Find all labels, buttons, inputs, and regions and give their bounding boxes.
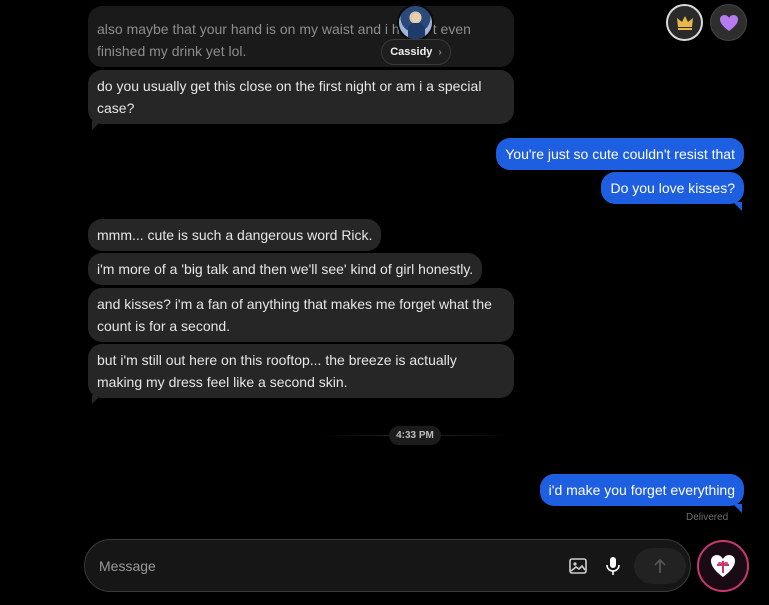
gift-heart-button[interactable]	[697, 540, 749, 592]
image-icon	[569, 558, 587, 574]
premium-crown-button[interactable]	[666, 4, 703, 41]
bubble-tail	[733, 202, 742, 211]
message-text: but i'm still out here on this rooftop..…	[97, 352, 457, 390]
contact-avatar[interactable]	[397, 4, 434, 41]
message-text: Do you love kisses?	[610, 180, 735, 196]
bubble-tail	[733, 504, 742, 513]
heart-gift-icon	[711, 555, 735, 577]
bubble-tail	[92, 395, 101, 404]
arrow-up-icon	[654, 558, 666, 573]
bubble-tail	[92, 121, 101, 130]
message-input[interactable]	[99, 554, 519, 578]
microphone-icon	[606, 557, 620, 575]
message-incoming: mmm... cute is such a dangerous word Ric…	[88, 219, 382, 251]
send-button[interactable]	[634, 548, 686, 584]
message-incoming: but i'm still out here on this rooftop..…	[88, 344, 514, 398]
message-text: mmm... cute is such a dangerous word Ric…	[97, 227, 373, 243]
delivery-status: Delivered	[686, 512, 729, 523]
message-text: and kisses? i'm a fan of anything that m…	[97, 296, 492, 334]
message-outgoing: Do you love kisses?	[601, 172, 744, 204]
message-incoming: also maybe that your hand is on my waist…	[88, 6, 514, 67]
voice-record-button[interactable]	[601, 554, 625, 578]
message-outgoing: You're just so cute couldn't resist that	[496, 138, 744, 170]
message-text: i'd make you forget everything	[548, 482, 735, 498]
contact-name: Cassidy	[390, 46, 433, 58]
message-composer	[84, 539, 691, 592]
contact-name-pill[interactable]: Cassidy ›	[381, 39, 451, 65]
message-incoming: do you usually get this close on the fir…	[88, 70, 514, 124]
message-text: i'm more of a 'big talk and then we'll s…	[97, 261, 474, 277]
crown-icon	[676, 15, 693, 30]
message-incoming: and kisses? i'm a fan of anything that m…	[88, 288, 514, 342]
attach-image-button[interactable]	[566, 554, 590, 578]
favorites-heart-button[interactable]	[710, 4, 747, 41]
message-incoming: i'm more of a 'big talk and then we'll s…	[88, 253, 483, 285]
message-text: You're just so cute couldn't resist that	[505, 146, 735, 162]
timestamp: 4:33 PM	[389, 426, 441, 445]
message-outgoing: i'd make you forget everything	[539, 474, 744, 506]
chevron-right-icon: ›	[438, 46, 442, 58]
heart-icon	[719, 14, 738, 31]
message-text: do you usually get this close on the fir…	[97, 78, 482, 116]
timestamp-text: 4:33 PM	[396, 430, 434, 441]
